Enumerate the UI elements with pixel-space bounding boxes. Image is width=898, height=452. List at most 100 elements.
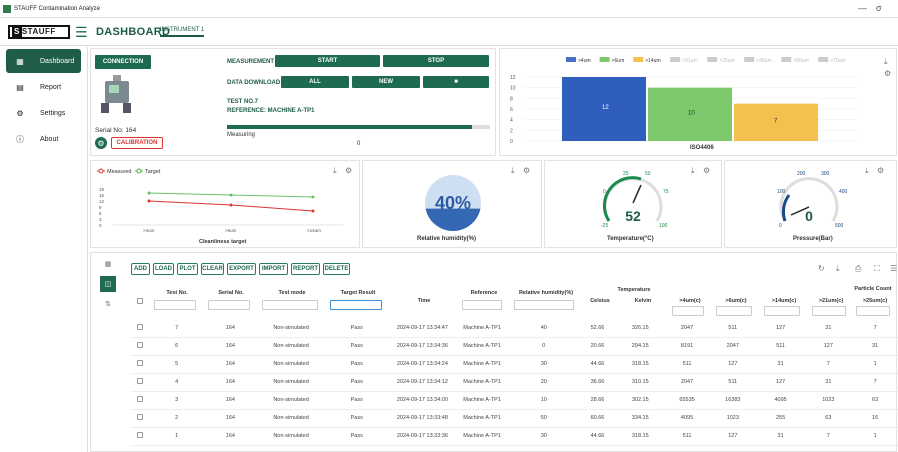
column-header[interactable]: Celsius bbox=[582, 298, 618, 304]
sidebar-item-settings[interactable]: ⚙ Settings bbox=[6, 101, 81, 125]
gear-icon[interactable]: ⚙ bbox=[877, 166, 884, 175]
legend-swatch[interactable] bbox=[744, 57, 755, 62]
calibration-button[interactable]: CALIBRATION bbox=[111, 137, 163, 149]
column-filter-input[interactable] bbox=[672, 306, 704, 316]
legend-swatch[interactable] bbox=[566, 57, 576, 62]
row-checkbox[interactable] bbox=[136, 323, 143, 330]
column-header[interactable]: Test mode bbox=[258, 290, 326, 296]
column-header[interactable]: Target Result bbox=[326, 290, 390, 296]
download-icon[interactable]: ⤓ bbox=[865, 166, 869, 176]
table-row[interactable]: 2 164 Non-simulated Pass 2024-09-17 13:33:48… bbox=[130, 409, 898, 428]
download-icon[interactable]: ⤓ bbox=[511, 166, 515, 176]
table-row[interactable]: 6 164 Non-simulated Pass 2024-09-17 13:34:36… bbox=[130, 337, 898, 356]
legend-label[interactable]: >38um bbox=[756, 58, 771, 64]
row-checkbox[interactable] bbox=[136, 432, 143, 438]
column-filter-input[interactable] bbox=[462, 300, 502, 310]
measured-point[interactable] bbox=[311, 209, 315, 213]
column-filter-input[interactable] bbox=[812, 306, 846, 316]
toolbar-report-button[interactable]: REPORT bbox=[291, 263, 320, 275]
legend-label[interactable]: >50um bbox=[793, 58, 808, 64]
columns-icon[interactable]: ☰ bbox=[890, 264, 897, 273]
sidebar-item-report[interactable]: ▤ Report bbox=[6, 75, 81, 99]
row-checkbox-cell[interactable] bbox=[130, 337, 150, 356]
row-checkbox-cell[interactable] bbox=[130, 355, 150, 374]
column-filter-input[interactable] bbox=[154, 300, 196, 310]
fullscreen-icon[interactable]: ⛶ bbox=[874, 264, 880, 274]
legend-swatch[interactable] bbox=[818, 57, 829, 62]
sort-icon[interactable]: ⇅ bbox=[100, 296, 116, 312]
column-filter-input[interactable] bbox=[514, 300, 574, 310]
table-row[interactable]: 3 164 Non-simulated Pass 2024-09-17 13:34:00… bbox=[130, 391, 898, 410]
legend-label[interactable]: >4um bbox=[578, 58, 591, 64]
column-filter-input[interactable] bbox=[330, 300, 382, 310]
sidebar-item-dashboard[interactable]: ▦ Dashboard bbox=[6, 49, 81, 73]
column-filter-input[interactable] bbox=[764, 306, 800, 316]
row-checkbox-cell[interactable] bbox=[130, 391, 150, 410]
table-row[interactable]: 4 164 Non-simulated Pass 2024-09-17 13:34:12… bbox=[130, 373, 898, 392]
row-checkbox-cell[interactable] bbox=[130, 409, 150, 428]
target-point[interactable] bbox=[147, 191, 151, 195]
toolbar-export-button[interactable]: EXPORT bbox=[227, 263, 256, 275]
legend-swatch[interactable] bbox=[707, 57, 718, 62]
table-row[interactable]: 1 164 Non-simulated Pass 2024-09-17 13:33:36… bbox=[130, 427, 898, 446]
legend-label[interactable]: >21um bbox=[682, 58, 697, 64]
legend-label[interactable]: >70um bbox=[830, 58, 845, 64]
download-icon[interactable]: ⤓ bbox=[884, 57, 888, 67]
toolbar-delete-button[interactable]: DELETE bbox=[323, 263, 350, 275]
column-header[interactable]: Kelvin bbox=[618, 298, 668, 304]
connection-button[interactable]: CONNECTION bbox=[95, 55, 151, 69]
settings-icon[interactable]: ⚙ bbox=[95, 137, 107, 149]
column-header[interactable]: >14um(c) bbox=[760, 298, 808, 304]
download-icon[interactable]: ⤓ bbox=[333, 166, 337, 176]
row-checkbox[interactable] bbox=[136, 360, 143, 366]
legend-swatch[interactable] bbox=[670, 57, 681, 62]
column-header[interactable]: Relative humidity(%) bbox=[510, 290, 582, 296]
legend-measured[interactable]: Measured bbox=[107, 169, 131, 175]
tab-instrument-1[interactable]: INSTRUMENT 1 bbox=[160, 27, 205, 37]
legend-swatch[interactable] bbox=[599, 57, 610, 62]
measured-point[interactable] bbox=[147, 199, 151, 203]
row-checkbox[interactable] bbox=[136, 342, 143, 348]
column-header[interactable]: >4um(c) bbox=[668, 298, 712, 304]
gear-icon[interactable]: ⚙ bbox=[523, 166, 530, 175]
column-filter-input[interactable] bbox=[856, 306, 890, 316]
column-header[interactable]: >6um(c) bbox=[712, 298, 760, 304]
toolbar-add-button[interactable]: ADD bbox=[131, 263, 150, 275]
download-icon[interactable]: ⤓ bbox=[691, 166, 695, 176]
menu-icon[interactable]: ☰ bbox=[75, 24, 88, 41]
toolbar-clear-button[interactable]: CLEAR bbox=[201, 263, 224, 275]
chart-view-icon[interactable]: ▦ bbox=[100, 256, 116, 272]
target-point[interactable] bbox=[311, 195, 315, 199]
start-button[interactable]: START bbox=[275, 55, 380, 67]
target-point[interactable] bbox=[229, 193, 233, 197]
column-filter-input[interactable] bbox=[208, 300, 250, 310]
legend-label[interactable]: >6um bbox=[612, 58, 625, 64]
download-all-button[interactable]: ALL bbox=[281, 76, 349, 88]
gear-icon[interactable]: ⚙ bbox=[345, 166, 352, 175]
column-header[interactable]: Serial No. bbox=[204, 290, 258, 296]
legend-label[interactable]: >25um bbox=[719, 58, 734, 64]
column-header[interactable]: Test No. bbox=[150, 290, 204, 296]
toolbar-plot-button[interactable]: PLOT bbox=[177, 263, 198, 275]
toolbar-load-button[interactable]: LOAD bbox=[153, 263, 174, 275]
legend-swatch[interactable] bbox=[781, 57, 792, 62]
legend-label[interactable]: >14um bbox=[645, 58, 660, 64]
table-row[interactable]: 5 164 Non-simulated Pass 2024-09-17 13:34:24… bbox=[130, 355, 898, 374]
delete-data-button[interactable]: ■ bbox=[423, 76, 489, 88]
row-checkbox-cell[interactable] bbox=[130, 427, 150, 446]
column-header[interactable]: >21um(c) bbox=[808, 298, 854, 304]
column-filter-input[interactable] bbox=[716, 306, 752, 316]
refresh-icon[interactable]: ↻ bbox=[818, 264, 825, 273]
column-header[interactable]: >25um(c) bbox=[852, 298, 898, 304]
column-header[interactable]: Reference bbox=[458, 290, 510, 296]
row-checkbox-cell[interactable] bbox=[130, 319, 150, 338]
column-filter-input[interactable] bbox=[262, 300, 318, 310]
measured-point[interactable] bbox=[229, 203, 233, 207]
sidebar-item-about[interactable]: ⓘ About bbox=[6, 127, 81, 151]
table-row[interactable]: 7 164 Non-simulated Pass 2024-09-17 13:34:47… bbox=[130, 319, 898, 338]
row-checkbox-cell[interactable] bbox=[130, 373, 150, 392]
download-new-button[interactable]: NEW bbox=[352, 76, 420, 88]
stop-button[interactable]: STOP bbox=[383, 55, 489, 67]
toolbar-import-button[interactable]: IMPORT bbox=[259, 263, 288, 275]
maximize-button[interactable]: σ bbox=[876, 3, 882, 13]
